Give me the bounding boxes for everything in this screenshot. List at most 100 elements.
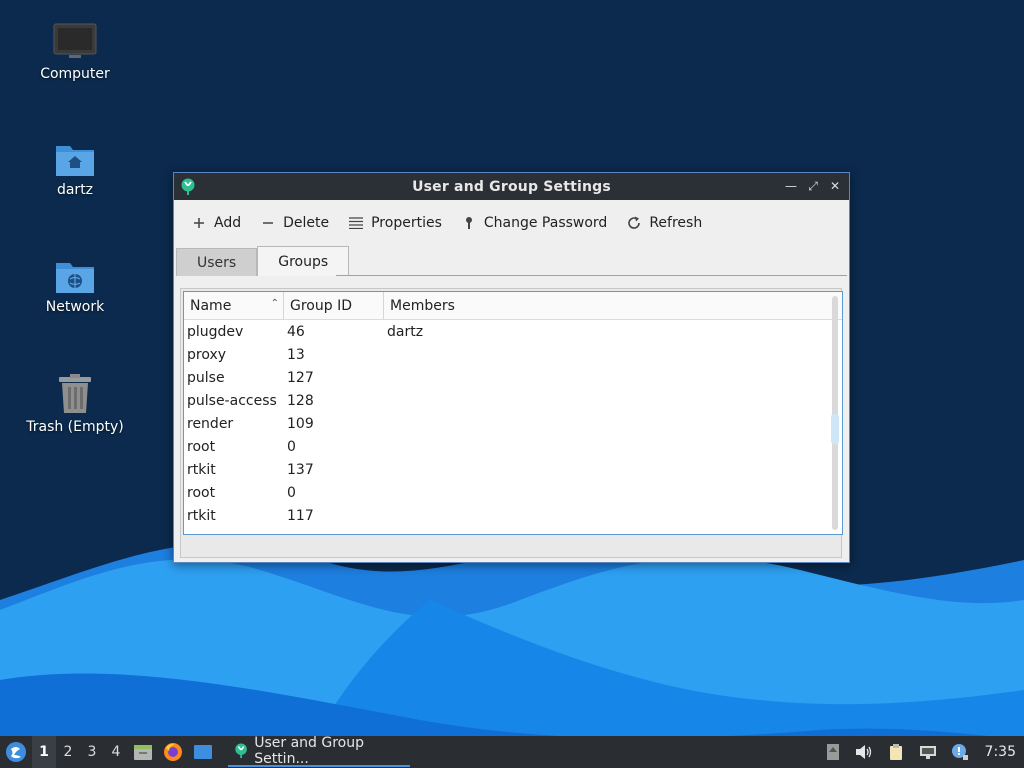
cell-group-id: 128 bbox=[287, 392, 314, 409]
add-button[interactable]: Add bbox=[192, 215, 241, 231]
network-tray-button[interactable] bbox=[917, 736, 939, 768]
desktop-icon-label: Computer bbox=[40, 66, 110, 82]
column-header-group-id[interactable]: Group ID bbox=[284, 292, 384, 319]
change-password-button[interactable]: Change Password bbox=[462, 215, 607, 231]
system-tray: 7:35 bbox=[823, 736, 1024, 768]
table-row[interactable]: rtkit 117 bbox=[184, 504, 842, 527]
groups-table[interactable]: Name ⌃ Group ID Members plugdev 46 dartz… bbox=[183, 291, 843, 535]
notification-icon bbox=[951, 744, 968, 760]
column-header-members[interactable]: Members bbox=[384, 292, 824, 319]
workspace-2[interactable]: 2 bbox=[56, 736, 80, 768]
table-row[interactable]: pulse-access 128 bbox=[184, 389, 842, 412]
app-icon bbox=[235, 743, 247, 759]
scrollbar-thumb[interactable] bbox=[831, 414, 839, 444]
lxqt-menu-icon bbox=[6, 742, 26, 762]
table-row[interactable]: render 109 bbox=[184, 412, 842, 435]
workspace-1[interactable]: 1 bbox=[32, 736, 56, 768]
updates-icon bbox=[826, 744, 839, 760]
table-row[interactable]: plugdev 46 dartz bbox=[184, 320, 842, 343]
cell-group-id: 127 bbox=[287, 369, 314, 386]
workspace-4[interactable]: 4 bbox=[104, 736, 128, 768]
cell-name: plugdev bbox=[187, 323, 244, 340]
cell-group-id: 0 bbox=[287, 438, 296, 455]
table-row[interactable]: pulse 127 bbox=[184, 366, 842, 389]
cell-group-id: 117 bbox=[287, 507, 314, 524]
file-manager-icon bbox=[134, 745, 152, 760]
taskbar-window-button[interactable]: User and Group Settin... bbox=[228, 735, 410, 767]
cell-name: rtkit bbox=[187, 507, 216, 524]
cell-name: pulse bbox=[187, 369, 225, 386]
updates-tray-button[interactable] bbox=[823, 736, 843, 768]
desktop-icon-network[interactable]: Network bbox=[15, 257, 135, 315]
cell-name: rtkit bbox=[187, 461, 216, 478]
table-row[interactable]: root 0 bbox=[184, 435, 842, 458]
table-row[interactable]: root 0 bbox=[184, 481, 842, 504]
table-header: Name ⌃ Group ID Members bbox=[184, 292, 842, 320]
clipboard-icon bbox=[889, 744, 902, 760]
window-title: User and Group Settings bbox=[412, 178, 611, 195]
column-members-label: Members bbox=[390, 297, 455, 314]
notification-tray-button[interactable] bbox=[949, 736, 971, 768]
show-desktop-button[interactable] bbox=[188, 736, 218, 768]
network-icon bbox=[919, 746, 936, 759]
taskbar-window-label: User and Group Settin... bbox=[254, 735, 364, 767]
volume-icon bbox=[855, 745, 871, 759]
desktop-icon bbox=[194, 745, 212, 759]
cell-group-id: 0 bbox=[287, 484, 296, 501]
table-row[interactable]: rtkit 137 bbox=[184, 458, 842, 481]
delete-button[interactable]: Delete bbox=[261, 215, 329, 231]
cell-group-id: 46 bbox=[287, 323, 305, 340]
window-titlebar[interactable]: User and Group Settings — ⤢ ✕ bbox=[174, 173, 849, 200]
key-icon bbox=[462, 216, 476, 230]
desktop-icon-home[interactable]: dartz bbox=[15, 140, 135, 198]
minus-icon bbox=[261, 216, 275, 230]
close-button[interactable]: ✕ bbox=[827, 177, 843, 195]
volume-tray-button[interactable] bbox=[853, 736, 875, 768]
properties-label: Properties bbox=[371, 215, 442, 231]
file-manager-launcher[interactable] bbox=[128, 736, 158, 768]
firefox-launcher[interactable] bbox=[158, 736, 188, 768]
add-label: Add bbox=[214, 215, 242, 231]
column-name-label: Name bbox=[190, 297, 232, 314]
groups-panel: Name ⌃ Group ID Members plugdev 46 dartz… bbox=[180, 288, 843, 558]
refresh-button[interactable]: Refresh bbox=[627, 215, 702, 231]
user-group-settings-window: User and Group Settings — ⤢ ✕ Add Delete… bbox=[173, 172, 850, 563]
desktop-icon-label: Network bbox=[45, 299, 105, 315]
workspace-3[interactable]: 3 bbox=[80, 736, 104, 768]
sort-ascending-icon: ⌃ bbox=[270, 298, 279, 309]
plus-icon bbox=[192, 216, 206, 230]
minimize-button[interactable]: — bbox=[783, 177, 799, 195]
taskbar: 1 2 3 4 User and Group Settin... 7:35 bbox=[0, 735, 1024, 768]
list-icon bbox=[349, 216, 364, 230]
firefox-icon bbox=[164, 743, 182, 761]
toolbar: Add Delete Properties Change Password Re… bbox=[174, 200, 849, 246]
column-header-name[interactable]: Name ⌃ bbox=[184, 292, 284, 319]
table-scrollbar[interactable] bbox=[831, 296, 839, 530]
desktop-icon-computer[interactable]: Computer bbox=[15, 22, 135, 82]
desktop-icon-label: Trash (Empty) bbox=[26, 419, 124, 435]
cell-name: render bbox=[187, 415, 234, 432]
clock[interactable]: 7:35 bbox=[985, 744, 1016, 760]
tab-groups[interactable]: Groups bbox=[257, 246, 350, 276]
tab-underline bbox=[336, 275, 847, 276]
refresh-label: Refresh bbox=[649, 215, 703, 231]
desktop-icon-trash[interactable]: Trash (Empty) bbox=[15, 373, 135, 435]
start-menu-button[interactable] bbox=[0, 736, 32, 768]
delete-label: Delete bbox=[283, 215, 330, 231]
cell-name: pulse-access bbox=[187, 392, 277, 409]
cell-name: proxy bbox=[187, 346, 227, 363]
table-row[interactable]: proxy 13 bbox=[184, 343, 842, 366]
change-password-label: Change Password bbox=[483, 215, 608, 231]
cell-name: root bbox=[187, 484, 216, 501]
cell-name: root bbox=[187, 438, 216, 455]
maximize-button[interactable]: ⤢ bbox=[805, 177, 821, 195]
tab-users-label: Users bbox=[197, 254, 237, 271]
clipboard-tray-button[interactable] bbox=[885, 736, 907, 768]
tab-groups-label: Groups bbox=[278, 253, 329, 270]
tab-users[interactable]: Users bbox=[176, 248, 258, 276]
properties-button[interactable]: Properties bbox=[349, 215, 442, 231]
cell-members: dartz bbox=[387, 323, 424, 340]
computer-icon bbox=[53, 23, 97, 58]
cell-group-id: 137 bbox=[287, 461, 314, 478]
trash-icon bbox=[59, 374, 91, 413]
